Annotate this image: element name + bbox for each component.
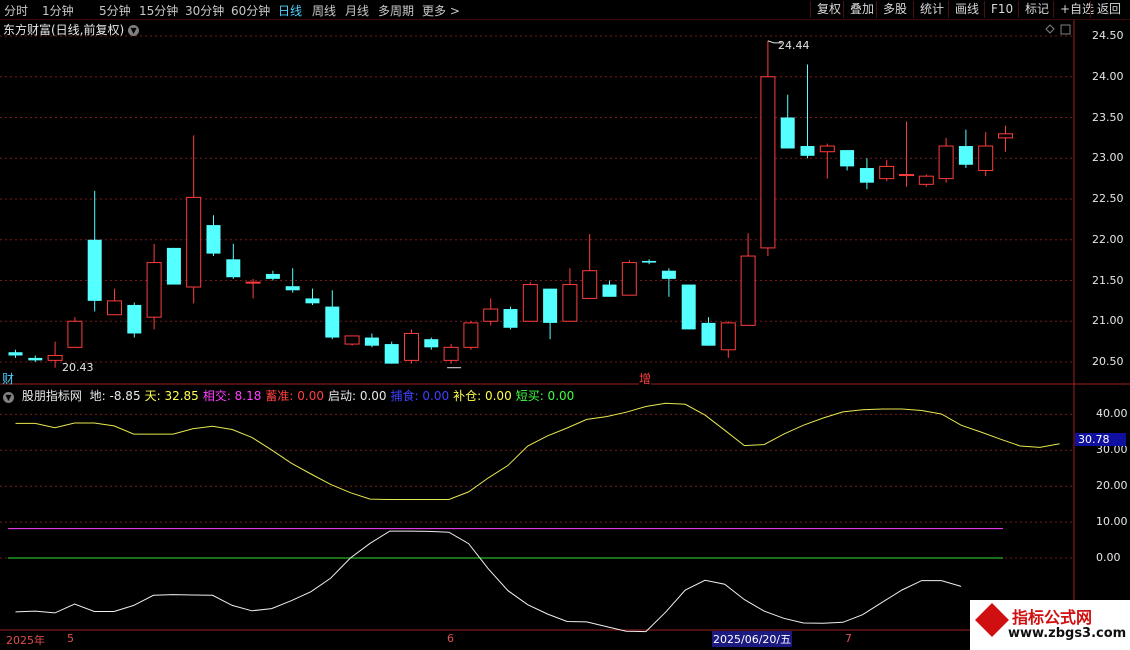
left-tag: 财 [2, 372, 15, 386]
mid-tag: 增 [639, 370, 652, 387]
candle-body [344, 335, 360, 345]
indicator-item-7: 短买: 0.00 [515, 389, 575, 403]
candle-body [503, 309, 518, 328]
price-tick-label: 24.50 [1092, 29, 1124, 42]
price-tick-label: 22.00 [1092, 232, 1124, 246]
logo-icon [975, 603, 1009, 637]
candle-body [720, 322, 736, 351]
candle-body [67, 320, 83, 348]
indicator-item-5: 捕食: 0.00 [390, 389, 450, 403]
current-value-tag: 30.78 [1075, 433, 1126, 446]
candle-body [384, 344, 399, 364]
date-label-cursor: 2025/06/20/五 [712, 631, 793, 647]
candle-body [562, 284, 578, 322]
candle-body [800, 146, 815, 156]
candle-body [621, 262, 637, 296]
candle-body [127, 304, 142, 334]
candle-body [166, 247, 181, 285]
candle-body [958, 146, 973, 165]
window-toggle-icon [1060, 24, 1071, 35]
candle-body [285, 286, 300, 291]
candle-body [522, 284, 538, 322]
price-tick-label: 24.00 [1092, 69, 1124, 83]
candle-body [8, 352, 23, 356]
candle-body [245, 281, 261, 284]
candle-body [186, 196, 202, 288]
candle-body [305, 298, 320, 304]
indicator-tick-label: 10.00 [1096, 515, 1128, 529]
indicator-name[interactable]: 股朋指标网 [22, 389, 82, 403]
candle-body [543, 288, 558, 323]
candle-body [602, 284, 617, 297]
indicator-tick-label: 40.00 [1096, 407, 1128, 421]
indicator-item-2: 相交: 8.18 [202, 389, 262, 403]
watermark-url: www.zbgs3.com [1008, 626, 1127, 641]
indicator-item-4: 启动: 0.00 [327, 389, 387, 403]
price-tick-label: 23.50 [1092, 110, 1124, 124]
candle-body [681, 284, 696, 330]
candle-body [840, 150, 855, 167]
indicator-tick-label: 20.00 [1096, 479, 1128, 493]
candle-body [28, 357, 43, 361]
candle-body [859, 168, 874, 183]
candle-body [899, 174, 914, 177]
date-label-year: 2025年 [6, 634, 45, 647]
candle-body [364, 337, 379, 346]
price-tick-label: 21.00 [1092, 314, 1124, 328]
candle-body [701, 322, 716, 346]
low-price-label: 20.43 [62, 361, 94, 374]
high-price-label: 24.44 [778, 39, 810, 52]
indicator-item-1: 天: 32.85 [144, 389, 199, 403]
candle-body [146, 262, 162, 318]
candle-body [819, 145, 835, 153]
candle-body [938, 145, 954, 180]
candle-body [404, 332, 419, 361]
candle-body [760, 76, 776, 249]
candle-body [879, 165, 895, 180]
chevron-down-icon[interactable]: ▼ [3, 392, 14, 403]
date-label-may: 5 [67, 632, 74, 645]
candle-body [443, 346, 459, 361]
candlestick-chart[interactable] [0, 0, 1130, 650]
candle-body [226, 259, 241, 278]
candle-body [998, 133, 1013, 139]
indicator-item-6: 补仓: 0.00 [453, 389, 512, 403]
price-tick-label: 21.50 [1092, 273, 1124, 287]
diamond-icon [1045, 24, 1055, 34]
indicator-header: ▼ 股朋指标网 地: -8.85 天: 32.85 相交: 8.18 蓄准: 0.00… [0, 387, 582, 403]
candle-body [424, 339, 439, 348]
date-label-june: 6 [447, 632, 454, 645]
candle-body [740, 255, 756, 326]
price-tick-label: 22.50 [1092, 192, 1124, 205]
candle-body [265, 273, 280, 279]
candle-body [978, 145, 994, 171]
candle-body [918, 175, 934, 185]
candle-body [107, 300, 122, 316]
indicator-item-3: 蓄准: 0.00 [265, 389, 324, 403]
tian-series-line [15, 402, 1060, 500]
watermark-title: 指标公式网 [1012, 608, 1093, 627]
candle-body [661, 270, 676, 279]
price-tick-label: 20.50 [1092, 355, 1124, 368]
indicator-item-0: 地: -8.85 [89, 389, 141, 403]
candle-body [325, 306, 340, 338]
candle-body [780, 117, 795, 149]
candle-body [206, 225, 221, 254]
candle-body [47, 354, 63, 361]
candle-body [87, 239, 102, 301]
indicator-tick-label: 0.00 [1096, 551, 1121, 564]
di-series-line [15, 530, 962, 633]
date-label-july: 7 [845, 632, 852, 645]
candle-body [642, 260, 657, 263]
candle-body [582, 270, 598, 299]
candle-body [463, 322, 479, 348]
candle-body [483, 308, 499, 322]
price-tick-label: 23.00 [1092, 151, 1124, 165]
watermark-logo: 指标公式网 www.zbgs3.com [970, 600, 1130, 650]
